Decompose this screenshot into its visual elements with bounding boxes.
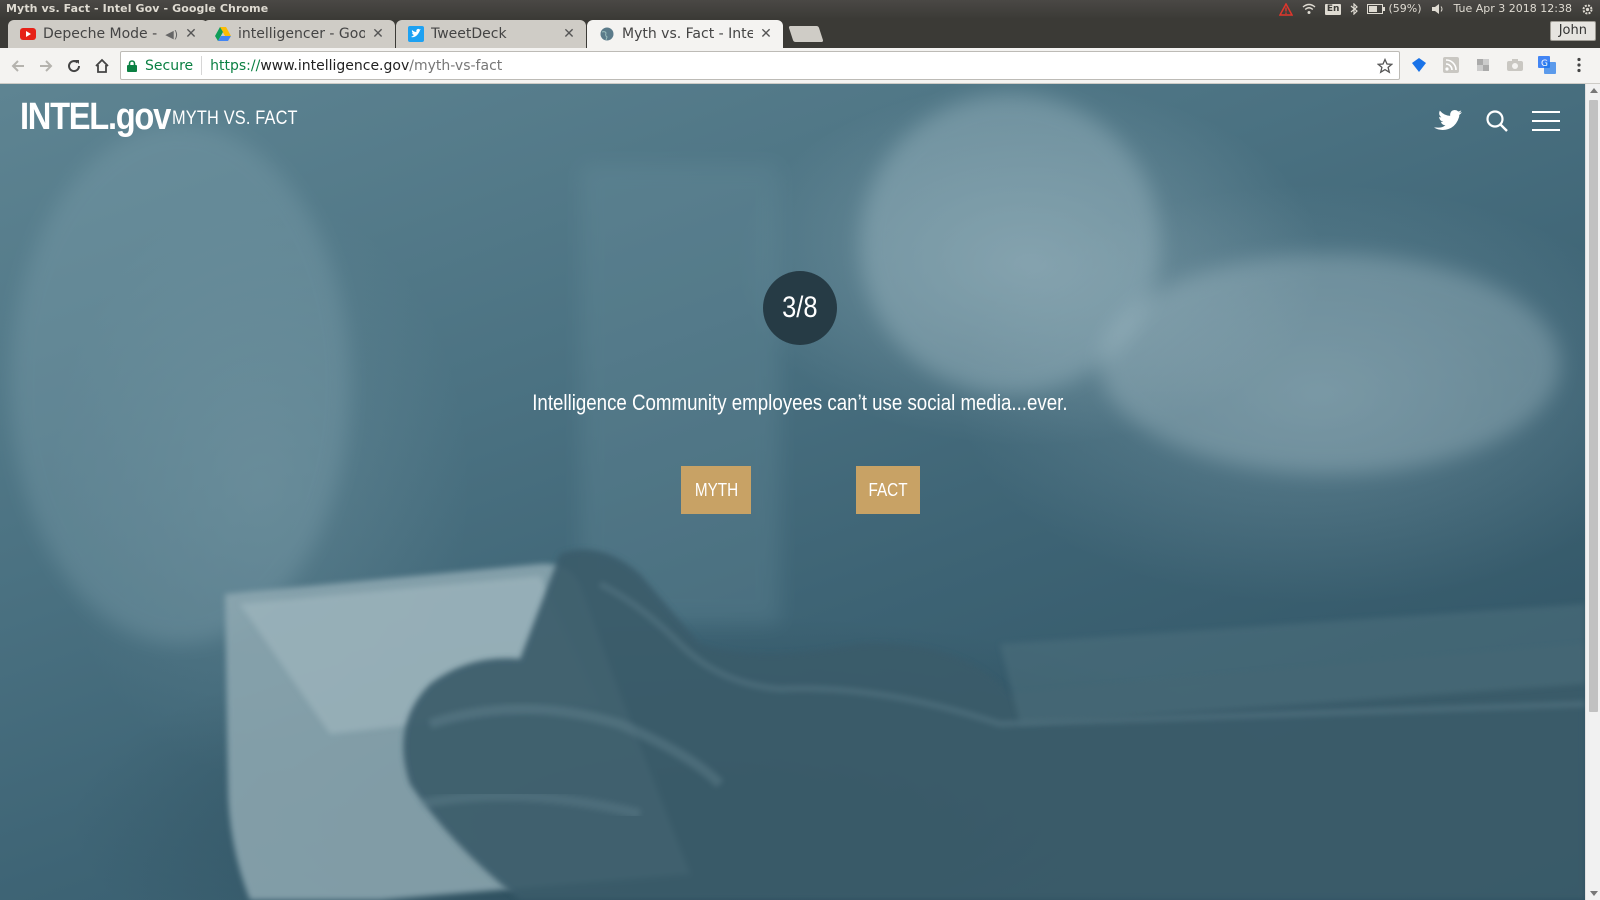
keyboard-layout-indicator[interactable]: En xyxy=(1324,2,1342,16)
tab-depeche-mode[interactable]: Depeche Mode - ◀) ✕ xyxy=(8,20,208,48)
twitter-icon[interactable] xyxy=(1431,104,1465,138)
new-tab-button[interactable] xyxy=(788,26,824,42)
battery-indicator[interactable]: (59%) xyxy=(1367,2,1422,16)
close-tab-icon[interactable]: ✕ xyxy=(759,26,773,42)
bookmark-star-icon[interactable] xyxy=(1371,57,1399,74)
rss-feed-icon[interactable] xyxy=(1440,54,1462,76)
browser-toolbar: Secure https://www.intelligence.gov/myth… xyxy=(0,48,1600,84)
globe-icon xyxy=(599,26,615,42)
forward-arrow-icon[interactable] xyxy=(32,52,60,80)
wifi-icon[interactable] xyxy=(1302,2,1316,16)
tab-label: Depeche Mode - xyxy=(43,26,158,42)
secure-label: Secure xyxy=(145,57,194,74)
tab-label: intelligencer - Goog xyxy=(238,26,365,42)
page-viewport: INTEL.gov MYTH VS. FACT 3/8 Intelligence… xyxy=(0,84,1585,900)
page-scrollbar[interactable] xyxy=(1585,84,1600,900)
fact-button-label: FACT xyxy=(868,479,908,500)
bluetooth-icon[interactable] xyxy=(1350,2,1359,16)
camera-icon[interactable] xyxy=(1504,54,1526,76)
system-tray: En (59%) Tue Apr 3 2018 12:38 xyxy=(1278,0,1594,18)
reload-icon[interactable] xyxy=(60,52,88,80)
warning-icon[interactable] xyxy=(1278,2,1293,16)
close-tab-icon[interactable]: ✕ xyxy=(371,26,385,42)
scrollbar-thumb[interactable] xyxy=(1589,100,1598,712)
extension-shield-icon[interactable] xyxy=(1408,54,1430,76)
url-host: www.intelligence.gov xyxy=(260,57,410,74)
clock[interactable]: Tue Apr 3 2018 12:38 xyxy=(1454,0,1573,18)
tab-strip: Depeche Mode - ◀) ✕ intelligencer - Goog… xyxy=(0,18,1600,48)
tab-label: TweetDeck xyxy=(431,26,507,42)
tab-intelligencer[interactable]: intelligencer - Goog ✕ xyxy=(203,20,395,48)
window-title: Myth vs. Fact - Intel Gov - Google Chrom… xyxy=(6,2,269,15)
question-counter: 3/8 xyxy=(763,271,837,345)
scroll-up-arrow-icon[interactable] xyxy=(1590,88,1598,93)
section-title: MYTH VS. FACT xyxy=(172,108,298,129)
tab-label: Myth vs. Fact - Intel xyxy=(622,26,753,42)
close-tab-icon[interactable]: ✕ xyxy=(184,26,198,42)
search-icon[interactable] xyxy=(1480,104,1514,138)
tweetdeck-icon xyxy=(408,26,424,42)
volume-icon[interactable] xyxy=(1431,2,1445,16)
puzzle-extension-icon[interactable] xyxy=(1472,54,1494,76)
address-bar[interactable]: Secure https://www.intelligence.gov/myth… xyxy=(120,51,1400,80)
tab-tweetdeck[interactable]: TweetDeck ✕ xyxy=(396,20,586,48)
question-statement-text: Intelligence Community employees can’t u… xyxy=(532,390,1068,415)
profile-button[interactable]: John xyxy=(1549,21,1596,41)
hamburger-menu-icon[interactable] xyxy=(1529,104,1563,138)
chrome-menu-icon[interactable] xyxy=(1568,54,1590,76)
security-indicator[interactable]: Secure xyxy=(121,56,203,75)
scroll-down-arrow-icon[interactable] xyxy=(1590,891,1598,896)
google-translate-icon[interactable]: G xyxy=(1536,54,1558,76)
site-header: INTEL.gov MYTH VS. FACT xyxy=(0,84,1585,154)
close-tab-icon[interactable]: ✕ xyxy=(562,26,576,42)
audio-playing-icon[interactable]: ◀) xyxy=(165,28,178,41)
back-arrow-icon[interactable] xyxy=(4,52,32,80)
lock-icon xyxy=(127,59,137,72)
home-icon[interactable] xyxy=(88,52,116,80)
site-logo[interactable]: INTEL.gov xyxy=(20,96,171,139)
url-path: /myth-vs-fact xyxy=(409,57,503,74)
url-scheme: https:// xyxy=(210,57,261,74)
myth-button[interactable]: MYTH xyxy=(681,466,751,514)
youtube-icon xyxy=(20,26,36,42)
fact-button[interactable]: FACT xyxy=(856,466,920,514)
question-counter-text: 3/8 xyxy=(782,291,818,324)
os-top-panel: Myth vs. Fact - Intel Gov - Google Chrom… xyxy=(0,0,1600,18)
background-photo-hand-holding-phone xyxy=(10,94,1585,900)
myth-button-label: MYTH xyxy=(694,479,738,500)
svg-text:G: G xyxy=(1541,59,1548,69)
extensions-area: G xyxy=(1408,54,1590,76)
tab-myth-vs-fact[interactable]: Myth vs. Fact - Intel ✕ xyxy=(587,20,783,48)
settings-gear-icon[interactable] xyxy=(1581,2,1594,16)
battery-percent: (59%) xyxy=(1388,2,1422,15)
question-statement: Intelligence Community employees can’t u… xyxy=(0,390,1585,416)
google-drive-icon xyxy=(215,26,231,42)
url-text[interactable]: https://www.intelligence.gov/myth-vs-fac… xyxy=(202,58,1371,74)
